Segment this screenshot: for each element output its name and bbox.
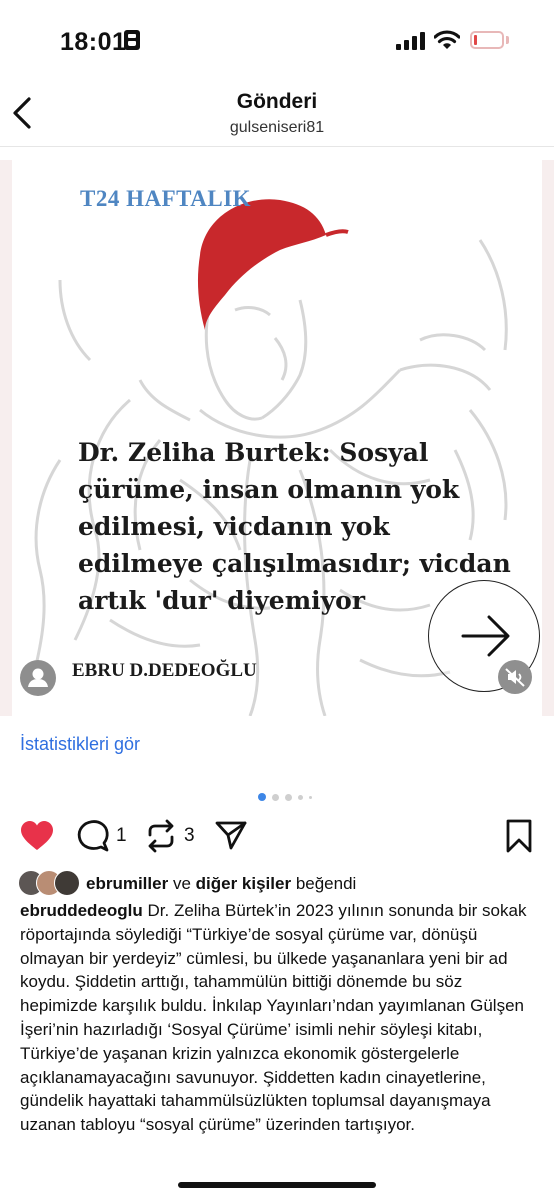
- other-likers-link[interactable]: diğer kişiler: [196, 874, 291, 893]
- wifi-icon: [434, 30, 460, 49]
- bookmark-icon[interactable]: [504, 818, 534, 854]
- post-owner-username[interactable]: gulseniseri81: [0, 119, 554, 137]
- status-time: 18:01: [60, 28, 127, 56]
- view-insights-link[interactable]: İstatistikleri gör: [20, 734, 140, 755]
- likes-summary: ebrumiller ve diğer kişiler beğendi: [86, 874, 356, 894]
- speaker-muted-icon: [505, 668, 525, 687]
- liker-avatars[interactable]: [18, 870, 80, 896]
- image-edge-left: [0, 160, 12, 716]
- cellular-signal-icon: [396, 32, 426, 50]
- home-indicator[interactable]: [178, 1182, 376, 1188]
- article-author: EBRU D.DEDEOĞLU: [72, 660, 257, 681]
- comment-count: 1: [116, 825, 127, 846]
- repost-count: 3: [184, 825, 195, 846]
- image-edge-right: [542, 160, 554, 716]
- caption-username[interactable]: ebruddedeoglu: [20, 901, 143, 920]
- post-caption: ebruddedeoglu Dr. Zeliha Bürtek’in 2023 …: [20, 899, 536, 1137]
- author-avatar: [20, 660, 56, 696]
- mute-button[interactable]: [498, 660, 532, 694]
- carousel-dot-active: [258, 793, 266, 801]
- likes-connector: ve: [172, 874, 191, 893]
- comment-icon[interactable]: [76, 819, 110, 853]
- like-heart-icon[interactable]: [20, 820, 54, 852]
- carousel-dot: [285, 794, 292, 801]
- battery-nub: [506, 36, 509, 44]
- contact-card-icon: [124, 30, 140, 50]
- repost-icon[interactable]: [144, 819, 178, 853]
- likes-suffix: beğendi: [295, 874, 357, 893]
- battery-level: [474, 35, 477, 45]
- publication-logo: T24 HAFTALIK: [80, 186, 252, 211]
- carousel-dot: [272, 794, 279, 801]
- carousel-indicator: [250, 790, 320, 804]
- liker-username[interactable]: ebrumiller: [86, 874, 168, 893]
- header-divider: [0, 146, 554, 147]
- carousel-dot: [309, 796, 312, 799]
- share-send-icon[interactable]: [214, 818, 248, 852]
- liker-avatar: [54, 870, 80, 896]
- page-title: Gönderi: [236, 90, 318, 113]
- carousel-dot: [298, 795, 303, 800]
- caption-text: Dr. Zeliha Bürtek’in 2023 yılının sonund…: [20, 901, 527, 1135]
